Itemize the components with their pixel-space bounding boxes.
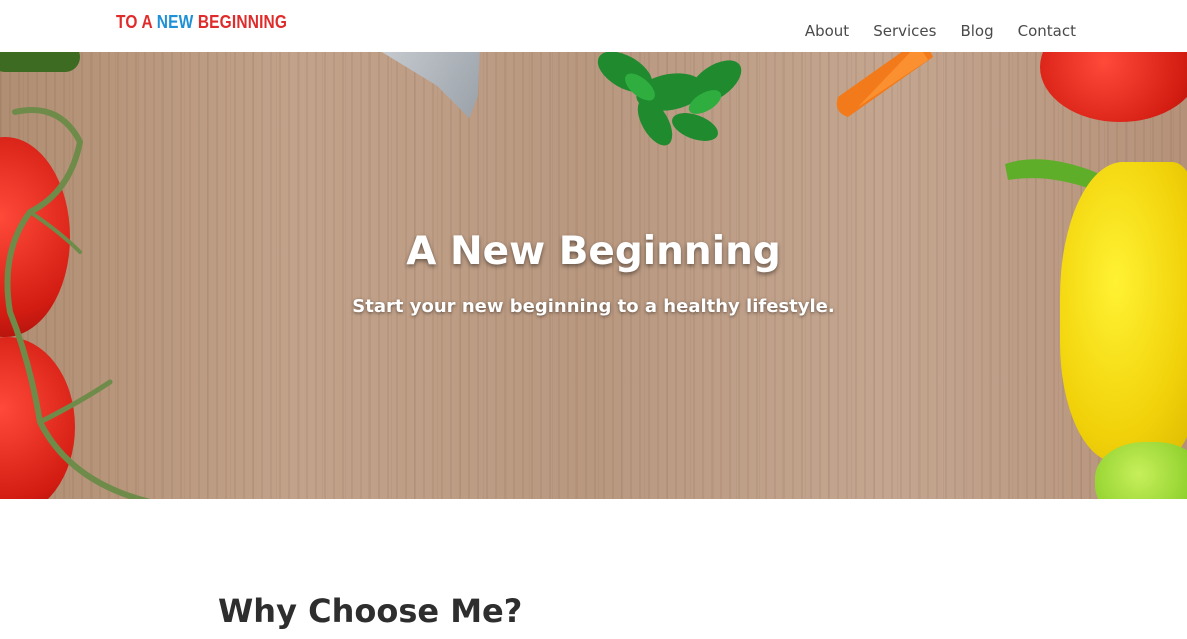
carrot-image <box>836 52 933 117</box>
parsley-image <box>597 52 742 146</box>
main-nav: About Services Blog Contact <box>805 22 1076 40</box>
tomato-image <box>1040 52 1187 122</box>
nav-link-services[interactable]: Services <box>873 22 936 40</box>
logo-word-1: TO A <box>116 12 153 32</box>
knife-image <box>372 52 480 118</box>
nav-link-about[interactable]: About <box>805 22 849 40</box>
hero-title: A New Beginning <box>406 229 781 274</box>
hero-banner: A New Beginning Start your new beginning… <box>0 52 1187 499</box>
site-header: TO A NEW BEGINNING About Services Blog C… <box>0 0 1187 52</box>
logo-word-2: NEW <box>156 12 194 32</box>
logo-word-3: BEGINNING <box>197 12 288 32</box>
site-logo[interactable]: TO A NEW BEGINNING <box>116 12 287 34</box>
nav-link-contact[interactable]: Contact <box>1018 22 1076 40</box>
hero-subtitle: Start your new beginning to a healthy li… <box>352 296 835 317</box>
nav-link-blog[interactable]: Blog <box>960 22 993 40</box>
cucumber-image <box>0 52 80 72</box>
section-heading: Why Choose Me? <box>218 592 523 630</box>
